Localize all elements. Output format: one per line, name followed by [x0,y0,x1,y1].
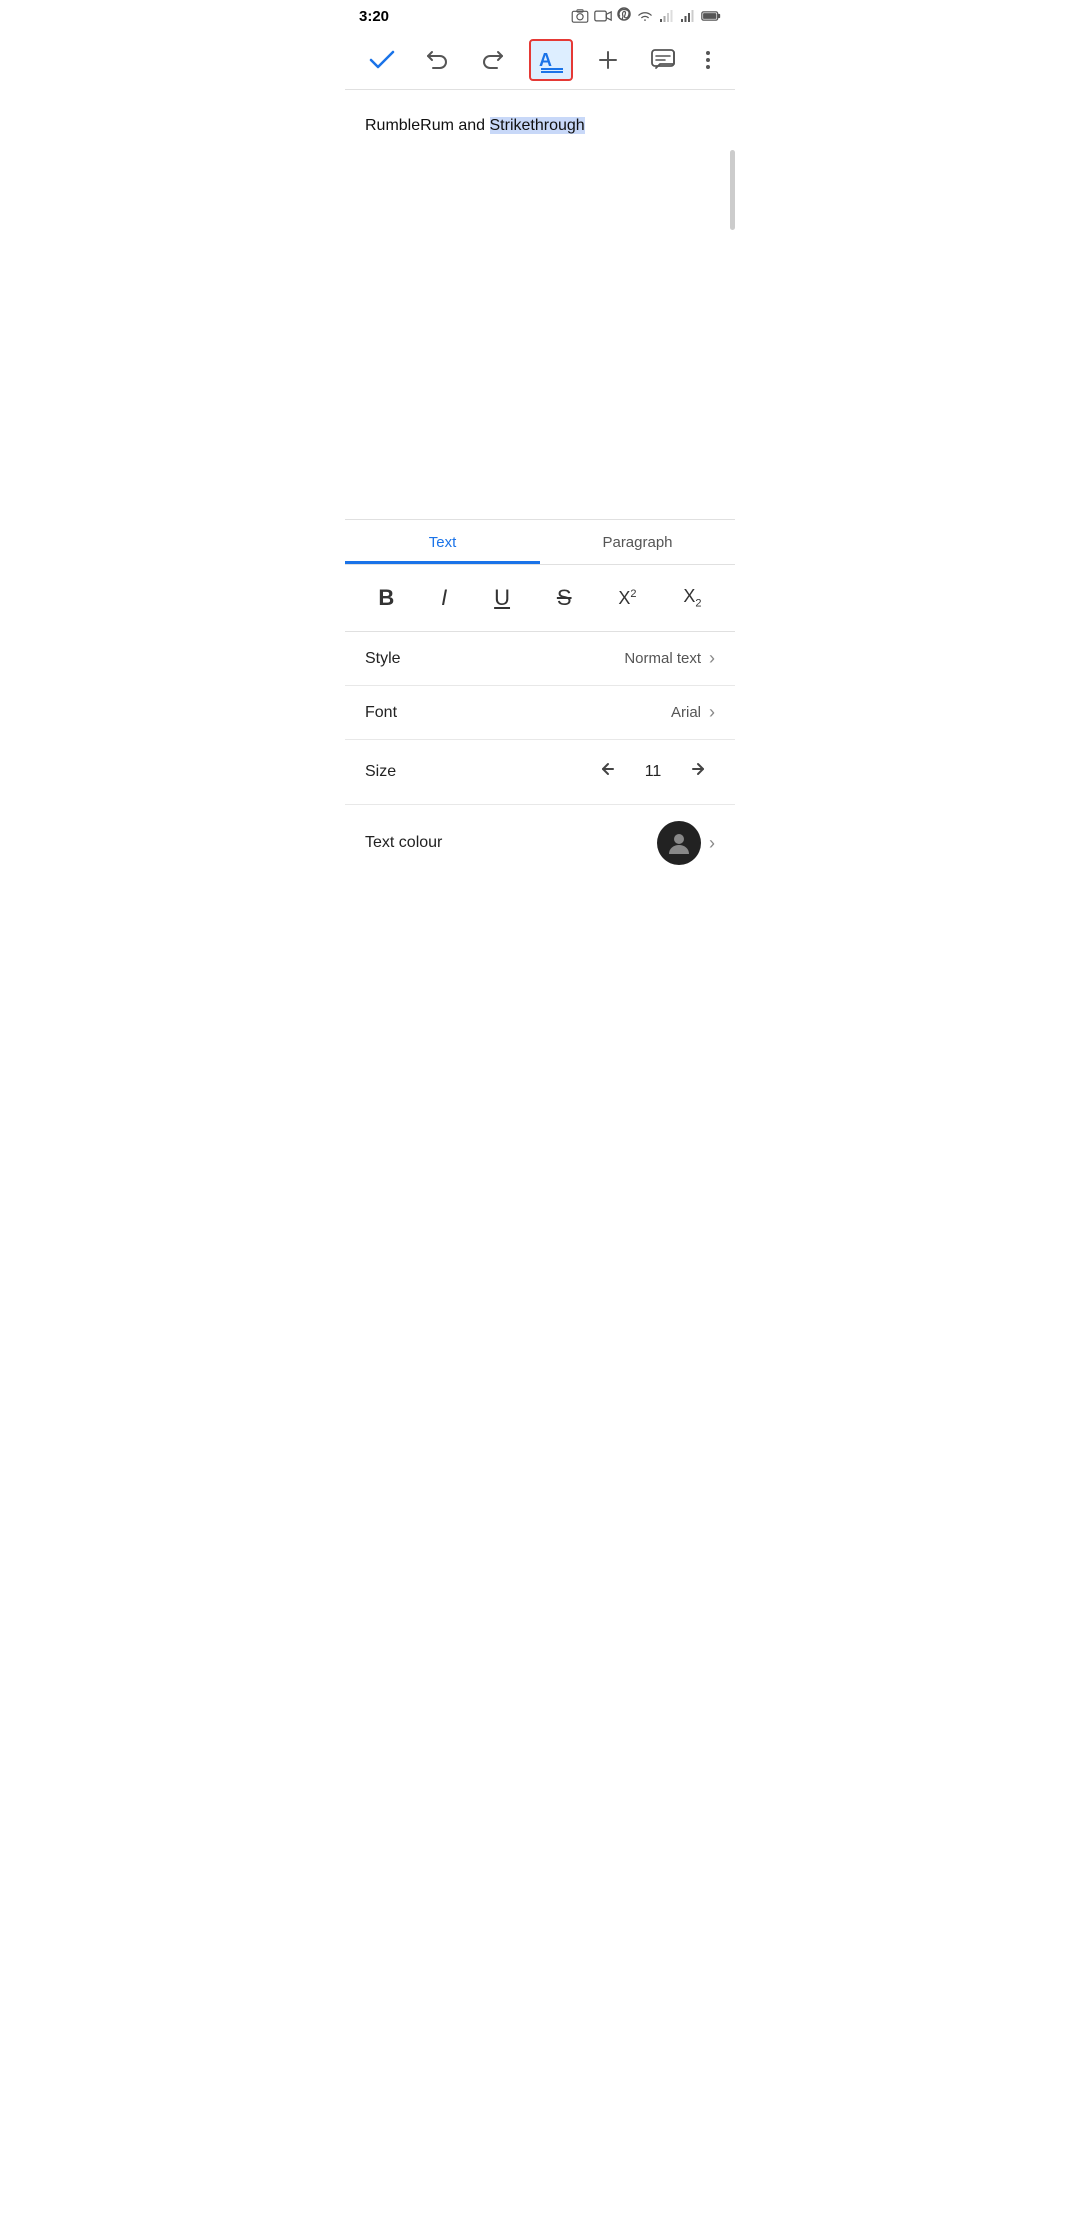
font-current-value: Arial [671,704,701,721]
format-tabs: Text Paragraph [345,520,735,565]
text-colour-chevron-icon: › [709,833,715,854]
size-value: 11 [643,763,663,781]
svg-text:A: A [539,50,552,70]
video-icon [594,9,612,23]
scrollbar[interactable] [730,150,735,230]
wifi-icon [636,9,654,23]
more-options-button[interactable] [699,42,717,78]
signal2-icon [680,9,696,23]
text-colour-avatar [657,821,701,865]
subscript-button[interactable]: X2 [675,582,709,614]
size-row: Size 11 [345,740,735,805]
size-controls: 11 [591,756,715,788]
font-chevron-icon: › [709,702,715,723]
font-row[interactable]: Font Arial › [345,686,735,740]
style-label: Style [365,650,401,668]
pinterest-icon [617,7,631,25]
format-buttons-row: B I U S X2 X2 [345,565,735,632]
status-icons [571,7,721,25]
status-bar: 3:20 [345,0,735,30]
underline-button[interactable]: U [486,581,518,615]
italic-button[interactable]: I [433,581,455,615]
text-colour-value: › [657,821,715,865]
size-increase-button[interactable] [681,756,715,788]
top-toolbar: A [345,30,735,90]
undo-button[interactable] [418,42,456,78]
style-value: Normal text › [624,648,715,669]
signal1-icon [659,9,675,23]
tab-text[interactable]: Text [345,520,540,564]
format-text-button[interactable]: A [529,39,573,81]
format-panel: Text Paragraph B I U S X2 X2 Style Norma… [345,520,735,875]
document-plain-text: RumbleRum and [365,117,490,134]
style-chevron-icon: › [709,648,715,669]
check-button[interactable] [363,43,401,77]
font-value: Arial › [671,702,715,723]
status-time: 3:20 [359,8,389,25]
add-button[interactable] [590,42,626,78]
text-colour-label: Text colour [365,834,442,852]
style-row[interactable]: Style Normal text › [345,632,735,686]
document-area[interactable]: RumbleRum and Strikethrough [345,90,735,520]
font-label: Font [365,704,397,722]
tab-paragraph[interactable]: Paragraph [540,520,735,564]
document-highlighted-text: Strikethrough [490,117,585,134]
redo-button[interactable] [474,42,512,78]
battery-icon [701,10,721,22]
size-label: Size [365,763,396,781]
document-content: RumbleRum and Strikethrough [365,114,715,138]
bold-button[interactable]: B [370,581,402,615]
size-decrease-button[interactable] [591,756,625,788]
text-colour-row[interactable]: Text colour › [345,805,735,875]
style-current-value: Normal text [624,650,701,667]
comment-button[interactable] [644,42,682,78]
superscript-button[interactable]: X2 [610,584,644,613]
photo-icon [571,9,589,23]
strikethrough-button[interactable]: S [549,581,580,615]
